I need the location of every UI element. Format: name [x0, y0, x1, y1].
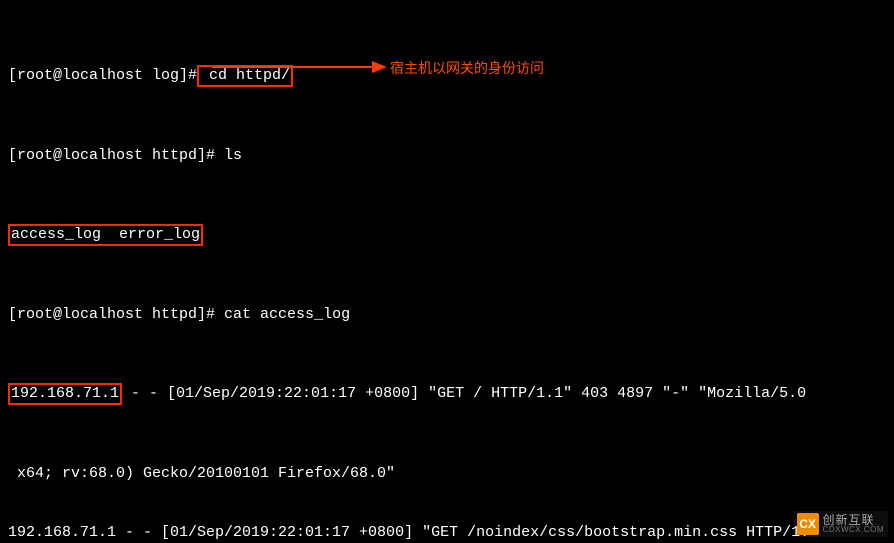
watermark-text: 创新互联 CDXWCX.COM: [823, 514, 884, 534]
client-ip: 192.168.71.1: [8, 383, 122, 405]
prompt: [root@localhost httpd]#: [8, 147, 215, 164]
log-line: x64; rv:68.0) Gecko/20100101 Firefox/68.…: [8, 464, 886, 484]
ls-output: access_log error_log: [8, 224, 203, 246]
cmd-ls: ls: [215, 147, 242, 164]
arrow-icon: [212, 58, 387, 76]
terminal-window[interactable]: [root@localhost log]# cd httpd/ [root@lo…: [0, 0, 894, 543]
log-line: 192.168.71.1 - - [01/Sep/2019:22:01:17 +…: [8, 523, 886, 543]
watermark: CX 创新互联 CDXWCX.COM: [793, 511, 888, 537]
ls-output-line: access_log error_log: [8, 224, 886, 246]
log-tail-0: - - [01/Sep/2019:22:01:17 +0800] "GET / …: [122, 385, 806, 402]
log-line-first: 192.168.71.1 - - [01/Sep/2019:22:01:17 +…: [8, 383, 886, 405]
prompt: [root@localhost log]#: [8, 67, 197, 84]
prompt-line-3: [root@localhost httpd]# cat access_log: [8, 305, 886, 325]
cmd-cat: cat access_log: [215, 306, 350, 323]
annotation-text: 宿主机以网关的身份访问: [390, 59, 544, 79]
prompt-line-2: [root@localhost httpd]# ls: [8, 146, 886, 166]
prompt: [root@localhost httpd]#: [8, 306, 215, 323]
watermark-logo-icon: CX: [797, 513, 819, 535]
watermark-url: CDXWCX.COM: [823, 526, 884, 534]
